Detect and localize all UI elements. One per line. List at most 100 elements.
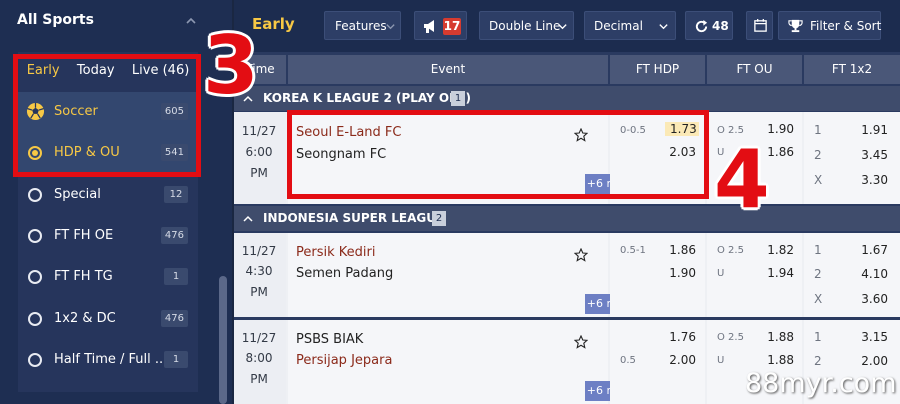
sidebar-scrollbar[interactable]: [219, 276, 227, 404]
star-icon[interactable]: [574, 248, 588, 262]
radio-icon: [28, 312, 42, 326]
announcements-count-badge: 17: [443, 18, 461, 35]
sidebar-item-special[interactable]: Special 12: [18, 175, 198, 216]
over-label: O 2.5: [717, 245, 744, 256]
chevron-up-icon: [243, 215, 253, 222]
header-event: Event: [288, 55, 608, 84]
chevron-up-icon[interactable]: [184, 14, 198, 28]
league-header[interactable]: INDONESIA SUPER LEAGUE 2: [234, 206, 900, 231]
league-header[interactable]: KOREA K LEAGUE 2 (PLAY OFF) 1: [234, 86, 900, 111]
sidebar-item-count: 476: [160, 227, 188, 244]
annotation-number-3: 3: [203, 19, 259, 112]
header-ft-hdp: FT HDP: [610, 55, 705, 84]
filter-sort-button[interactable]: Filter & Sort: [778, 11, 881, 40]
hdp-home-odds[interactable]: 1.76: [665, 330, 696, 344]
sidebar-item-label: Special: [54, 187, 101, 202]
star-icon[interactable]: [574, 335, 588, 349]
refresh-icon: [695, 19, 708, 33]
chevron-down-icon: [659, 24, 668, 30]
under-odds[interactable]: 1.88: [762, 353, 794, 367]
match-ampm: PM: [250, 285, 268, 299]
match-date: 11/27: [241, 331, 277, 345]
league-match-count: 1: [451, 91, 465, 106]
sidebar-item-count: 476: [160, 310, 188, 327]
chevron-down-icon: [386, 24, 395, 30]
filter-sort-label: Filter & Sort: [810, 19, 882, 33]
ft-1x2-cell: 1 1.67 2 4.10 X 3.60: [804, 233, 900, 317]
highlight-frame-match: [287, 110, 709, 199]
sidebar-item-half-time-full-time[interactable]: Half Time / Full ... 1: [18, 340, 198, 381]
features-dropdown[interactable]: Features: [324, 11, 401, 40]
1x2-odds[interactable]: 3.45: [854, 148, 888, 162]
league-name: KOREA K LEAGUE 2 (PLAY OFF): [263, 91, 471, 105]
refresh-button[interactable]: 48: [685, 11, 733, 40]
sidebar-header[interactable]: All Sports: [0, 0, 232, 44]
ft-1x2-cell: 1 1.91 2 3.45 X 3.30: [804, 112, 900, 204]
megaphone-icon: [424, 20, 434, 33]
line-type-value: Double Line: [489, 19, 561, 33]
home-team: Persik Kediri: [296, 245, 376, 260]
sidebar-item-label: FT FH OE: [54, 228, 114, 243]
features-label: Features: [335, 19, 387, 33]
sidebar-item-count: 1: [164, 351, 188, 368]
away-team: Semen Padang: [296, 266, 394, 281]
ft-hdp-cell: 0.5 1.76 2.00: [610, 320, 705, 404]
1x2-odds[interactable]: 4.10: [854, 267, 888, 281]
hdp-away-odds[interactable]: 2.00: [665, 353, 696, 367]
sidebar-item-count: 1: [164, 268, 188, 285]
sidebar-item-count: 12: [164, 186, 188, 203]
sidebar-item-label: Half Time / Full ...: [54, 352, 168, 367]
sidebar-item-ft-fh-oe[interactable]: FT FH OE 476: [18, 216, 198, 257]
ft-ou-cell: O 2.5 1.82 U 1.94: [707, 233, 802, 317]
watermark: 88myr.com: [745, 368, 897, 399]
ft-hdp-cell: 0.5-1 1.86 1.90: [610, 233, 705, 317]
match-event-cell: PSBS BIAK Persijap Jepara +6 markets: [288, 320, 653, 404]
highlight-frame-sidebar: [13, 54, 201, 177]
header-ft-1x2: FT 1x2: [804, 55, 900, 84]
1x2-odds[interactable]: 3.15: [854, 330, 888, 344]
under-odds[interactable]: 1.94: [762, 266, 794, 280]
trophy-icon: [788, 19, 803, 33]
match-time-cell: 11/27 8:00 PM: [234, 320, 286, 404]
sidebar-item-ft-fh-tg[interactable]: FT FH TG 1: [18, 257, 198, 298]
1x2-odds[interactable]: 3.30: [854, 173, 888, 187]
1x2-label: 2: [814, 148, 822, 162]
1x2-odds[interactable]: 1.91: [854, 123, 888, 137]
1x2-label: 2: [814, 267, 822, 281]
annotation-number-4: 4: [714, 133, 770, 226]
1x2-odds[interactable]: 2.00: [854, 354, 888, 368]
sidebar-title: All Sports: [17, 12, 94, 28]
calendar-icon: [754, 18, 767, 32]
handicap-line: 0.5-1: [620, 245, 646, 256]
league-name: INDONESIA SUPER LEAGUE: [263, 211, 445, 225]
sidebar-item-1x2-dc[interactable]: 1x2 & DC 476: [18, 299, 198, 340]
hdp-home-odds[interactable]: 1.86: [665, 243, 696, 257]
match-time: 8:00: [245, 351, 273, 365]
home-team: PSBS BIAK: [296, 332, 364, 347]
over-odds[interactable]: 1.88: [762, 330, 794, 344]
away-team: Persijap Jepara: [296, 353, 393, 368]
match-row: 11/27 4:30 PM Persik Kediri Semen Padang…: [234, 233, 900, 317]
sidebar-item-label: FT FH TG: [54, 269, 113, 284]
match-time: 6:00: [245, 145, 273, 159]
1x2-odds[interactable]: 1.67: [854, 243, 888, 257]
header-ft-ou: FT OU: [707, 55, 802, 84]
calendar-button[interactable]: [746, 11, 773, 40]
over-label: O 2.5: [717, 332, 744, 343]
1x2-label: X: [814, 292, 823, 306]
over-odds[interactable]: 1.82: [762, 243, 794, 257]
announcements-button[interactable]: 17: [414, 11, 467, 40]
line-type-select[interactable]: Double Line: [479, 11, 574, 40]
sidebar-item-label: 1x2 & DC: [54, 311, 116, 326]
handicap-line: 0.5: [620, 355, 636, 366]
odds-format-select[interactable]: Decimal: [584, 11, 676, 40]
match-date: 11/27: [241, 244, 277, 258]
radio-icon: [28, 270, 42, 284]
refresh-countdown: 48: [712, 19, 729, 33]
chevron-down-icon: [558, 24, 567, 30]
hdp-away-odds[interactable]: 1.90: [665, 266, 696, 280]
league-match-count: 2: [432, 211, 446, 226]
1x2-odds[interactable]: 3.60: [854, 292, 888, 306]
1x2-label: X: [814, 173, 823, 187]
match-ampm: PM: [250, 166, 268, 180]
